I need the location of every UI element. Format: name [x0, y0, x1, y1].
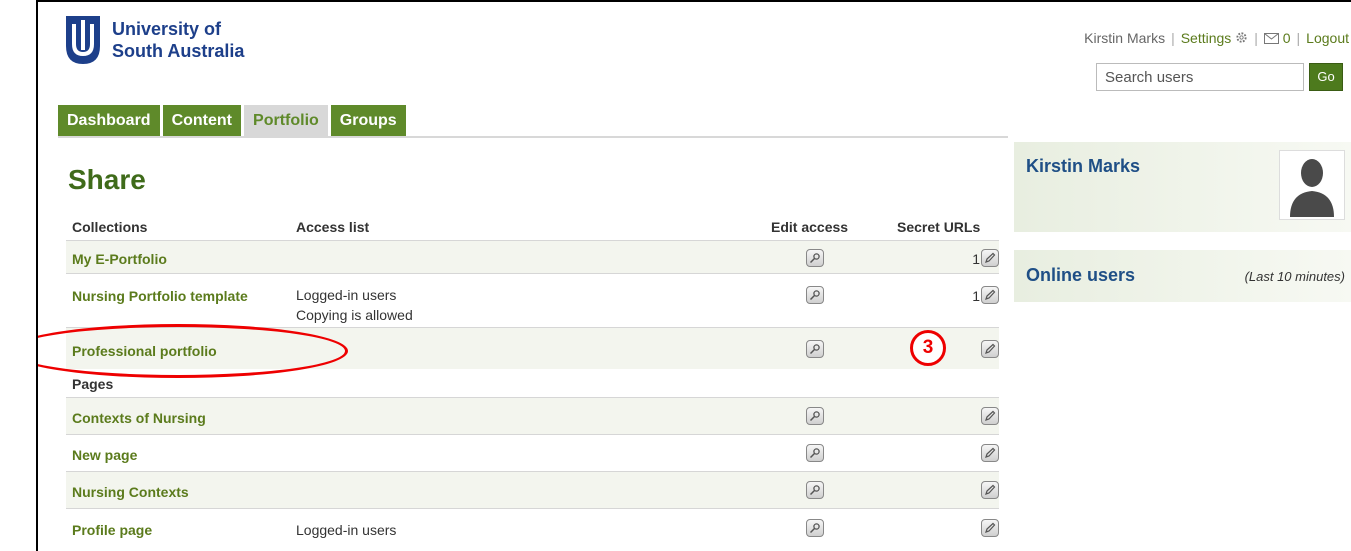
settings-link[interactable]: Settings	[1181, 30, 1232, 46]
online-users-box: Online users (Last 10 minutes)	[1014, 250, 1351, 302]
page-link[interactable]: Nursing Contexts	[72, 484, 189, 500]
secret-url-count: 1	[972, 288, 980, 304]
pencil-icon	[985, 522, 996, 533]
secret-url-edit-button[interactable]	[981, 444, 999, 462]
user-silhouette-icon	[1290, 159, 1334, 217]
browser-frame: University of South Australia Kirstin Ma…	[36, 0, 1351, 551]
key-icon	[809, 448, 820, 459]
key-icon	[809, 344, 820, 355]
secret-url-edit-button[interactable]	[981, 519, 999, 537]
table-row: Nursing Portfolio template Logged-in use…	[66, 273, 999, 327]
go-button[interactable]: Go	[1309, 63, 1343, 91]
secret-url-count: 1	[972, 251, 980, 267]
key-icon	[809, 523, 820, 534]
table-row: My E-Portfolio 1	[66, 240, 999, 273]
page-link[interactable]: Contexts of Nursing	[72, 410, 206, 426]
edit-access-button[interactable]	[806, 407, 824, 425]
edit-access-button[interactable]	[806, 481, 824, 499]
secret-url-edit-button[interactable]	[981, 481, 999, 499]
search-input[interactable]: Search users	[1096, 63, 1304, 91]
pencil-icon	[985, 484, 996, 495]
pencil-icon	[985, 447, 996, 458]
user-name-link[interactable]: Kirstin Marks	[1084, 30, 1165, 46]
table-row: New page	[66, 434, 999, 471]
inbox-count[interactable]: 0	[1283, 30, 1291, 46]
column-header-collections: Collections	[72, 219, 148, 235]
step-number-badge: 3	[910, 330, 946, 366]
main-tabs: Dashboard Content Portfolio Groups	[58, 105, 409, 136]
access-list: Logged-in users Copying is allowed	[296, 285, 413, 325]
secret-url-edit-button[interactable]	[981, 407, 999, 425]
edit-access-button[interactable]	[806, 519, 824, 537]
online-users-note: (Last 10 minutes)	[1244, 269, 1345, 284]
pages-section-label: Pages	[72, 376, 114, 392]
tab-dashboard[interactable]: Dashboard	[58, 105, 163, 136]
table-row: Profile page Logged-in users	[66, 508, 999, 548]
access-entry: Logged-in users	[296, 287, 397, 303]
column-header-secret-urls: Secret URLs	[897, 219, 981, 235]
table-row: Contexts of Nursing	[66, 397, 999, 434]
envelope-icon[interactable]	[1263, 33, 1279, 44]
profile-name-link[interactable]: Kirstin Marks	[1026, 156, 1140, 177]
avatar[interactable]	[1279, 150, 1345, 220]
tab-portfolio[interactable]: Portfolio	[244, 105, 331, 136]
secret-url-edit-button[interactable]	[981, 249, 999, 267]
key-icon	[809, 485, 820, 496]
pencil-icon	[985, 410, 996, 421]
edit-access-button[interactable]	[806, 340, 824, 358]
collection-link[interactable]: Nursing Portfolio template	[72, 288, 248, 304]
highlight-oval	[38, 324, 348, 378]
key-icon	[809, 411, 820, 422]
pencil-icon	[985, 289, 996, 300]
logout-link[interactable]: Logout	[1306, 30, 1349, 46]
user-links: Kirstin Marks | Settings | 0 | Logout	[1084, 30, 1349, 46]
edit-access-button[interactable]	[806, 286, 824, 304]
university-name-line2: South Australia	[112, 41, 245, 61]
university-name: University of South Australia	[112, 18, 244, 62]
tab-content[interactable]: Content	[162, 105, 245, 136]
university-name-line1: University of	[112, 19, 222, 39]
collection-link[interactable]: My E-Portfolio	[72, 251, 167, 267]
page-title: Share	[68, 164, 146, 195]
pencil-icon	[985, 252, 996, 263]
column-header-edit-access: Edit access	[771, 219, 849, 235]
secret-url-edit-button[interactable]	[981, 286, 999, 304]
secret-url-edit-button[interactable]	[981, 340, 999, 358]
online-users-title: Online users	[1026, 265, 1136, 285]
key-icon	[809, 253, 820, 264]
table-row: Nursing Contexts	[66, 471, 999, 508]
edit-access-button[interactable]	[806, 249, 824, 267]
tab-groups[interactable]: Groups	[330, 105, 409, 136]
gear-icon[interactable]	[1235, 31, 1248, 44]
column-header-access-list: Access list	[296, 219, 370, 235]
key-icon	[809, 290, 820, 301]
access-entry: Copying is allowed	[296, 307, 413, 323]
university-logo-icon	[66, 16, 100, 64]
pencil-icon	[985, 343, 996, 354]
access-entry: Logged-in users	[296, 522, 397, 538]
tab-divider	[58, 136, 1008, 138]
page-link[interactable]: Profile page	[72, 522, 152, 538]
edit-access-button[interactable]	[806, 444, 824, 462]
page-link[interactable]: New page	[72, 447, 137, 463]
